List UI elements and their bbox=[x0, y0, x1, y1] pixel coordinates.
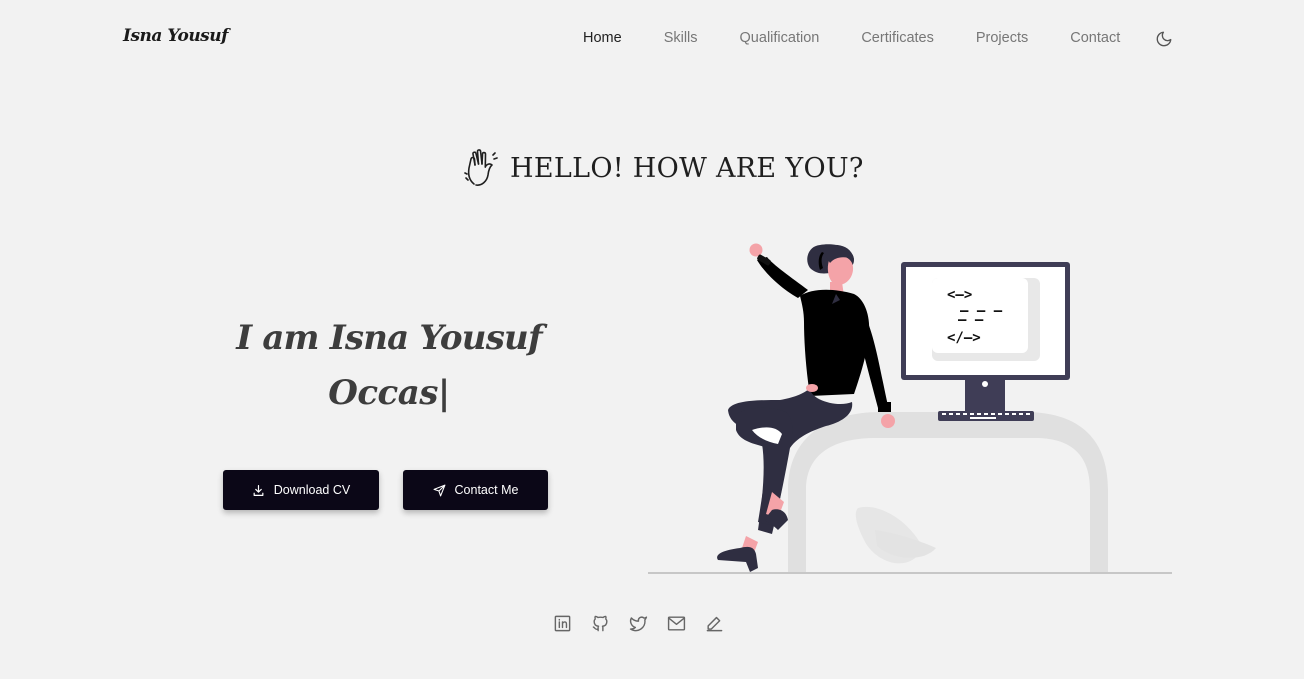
keyboard bbox=[938, 411, 1034, 421]
nav-home[interactable]: Home bbox=[583, 30, 622, 46]
linkedin-icon[interactable] bbox=[553, 614, 572, 633]
send-icon bbox=[433, 484, 445, 496]
code-line: — — bbox=[958, 312, 984, 328]
mail-icon[interactable] bbox=[667, 614, 686, 633]
moon-icon[interactable] bbox=[1155, 30, 1173, 48]
typed-role: Occas| bbox=[328, 373, 450, 413]
code-line: </—> bbox=[947, 330, 981, 346]
intro: I am Isna Yousuf Occas| bbox=[200, 312, 578, 422]
contact-me-label: Contact Me bbox=[454, 483, 519, 497]
contact-me-button[interactable]: Contact Me bbox=[403, 470, 548, 510]
nav-qualification[interactable]: Qualification bbox=[740, 30, 820, 46]
social-links bbox=[553, 614, 743, 633]
nav-skills[interactable]: Skills bbox=[664, 30, 698, 46]
intro-name: I am Isna Yousuf bbox=[236, 318, 542, 358]
nav-contact[interactable]: Contact bbox=[1070, 30, 1120, 46]
download-cv-label: Download CV bbox=[273, 483, 351, 497]
desk-arch bbox=[788, 412, 1108, 573]
pen-icon[interactable] bbox=[705, 614, 724, 633]
nav-certificates[interactable]: Certificates bbox=[861, 30, 934, 46]
woman-at-computer-illustration: <—> — — — — — </—> bbox=[648, 243, 1172, 574]
main-nav: Home Skills Qualification Certificates P… bbox=[583, 30, 1162, 46]
site-logo[interactable]: Isna Yousuf bbox=[123, 26, 228, 46]
download-icon bbox=[253, 484, 264, 496]
waving-hand-icon bbox=[464, 149, 498, 186]
github-icon[interactable] bbox=[591, 614, 610, 633]
greeting-text: HELLO! HOW ARE YOU? bbox=[510, 152, 864, 184]
twitter-icon[interactable] bbox=[629, 614, 648, 633]
download-cv-button[interactable]: Download CV bbox=[223, 470, 379, 510]
code-line: <—> bbox=[947, 287, 972, 303]
nav-projects[interactable]: Projects bbox=[976, 30, 1028, 46]
greeting: HELLO! HOW ARE YOU? bbox=[464, 148, 864, 188]
